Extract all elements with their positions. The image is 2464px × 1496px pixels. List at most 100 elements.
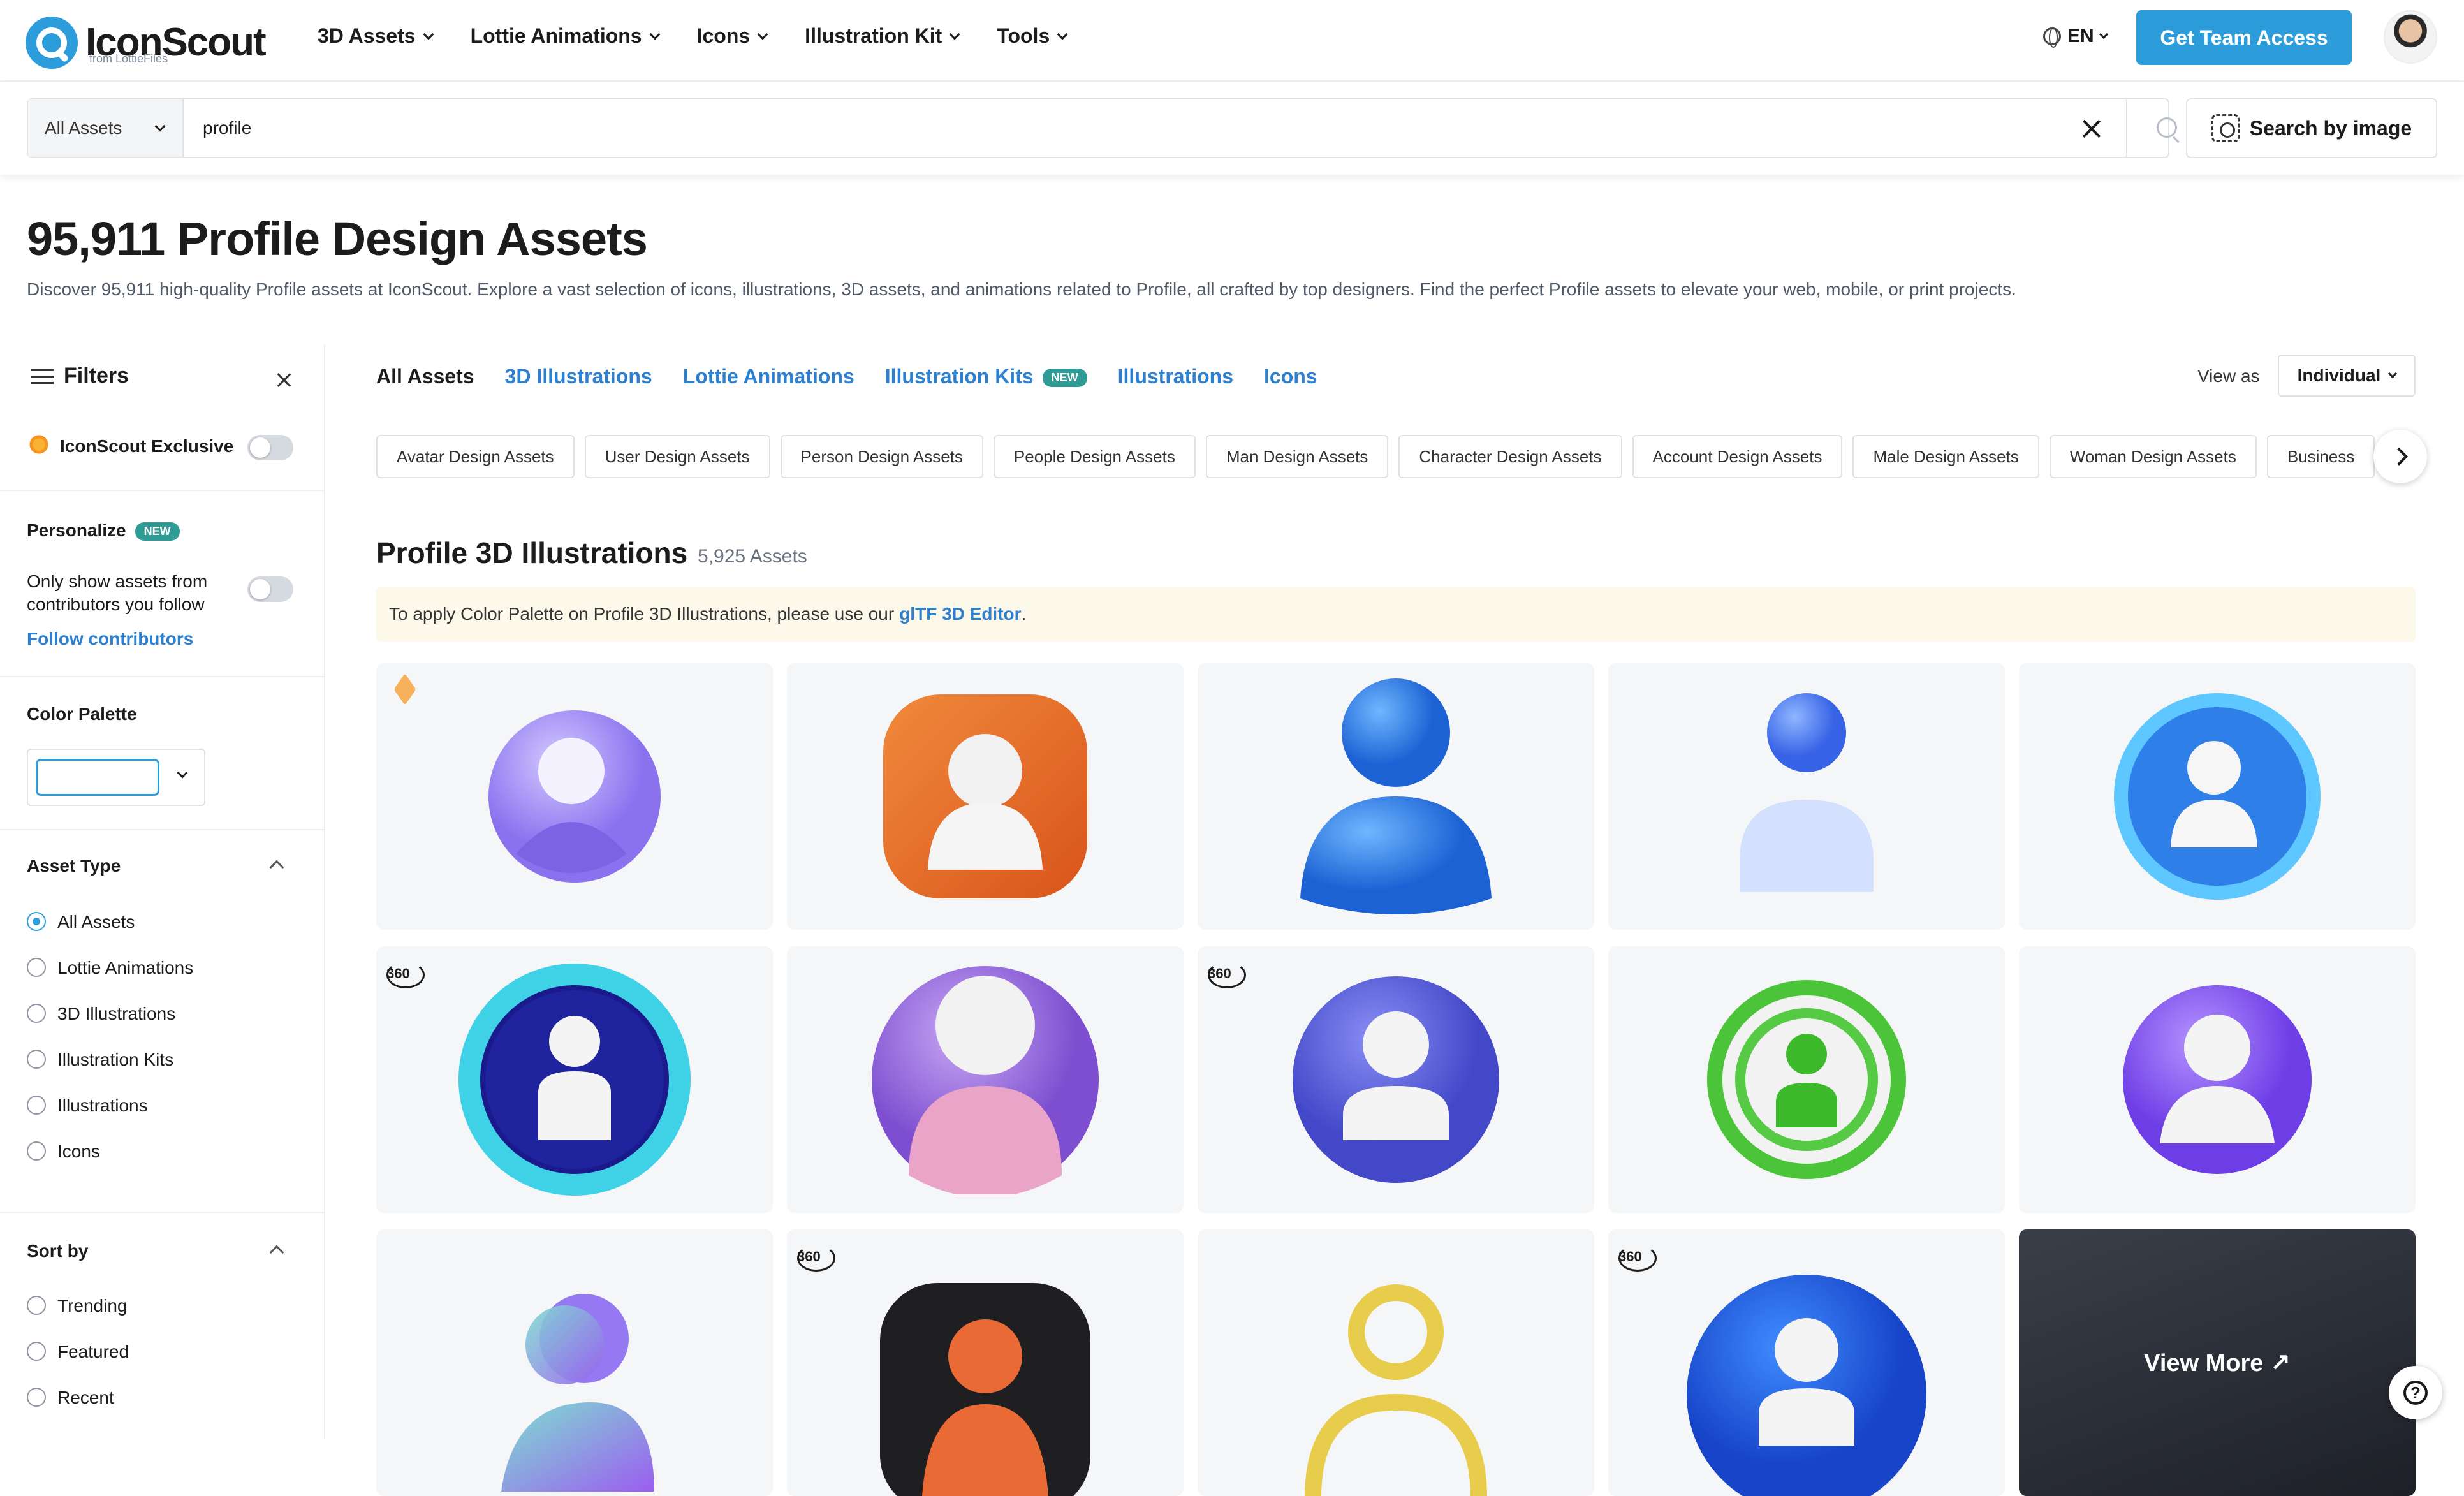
tab-icons[interactable]: Icons: [1264, 365, 1317, 388]
profile-3d-illustration: [2123, 985, 2312, 1174]
section-title: Profile 3D Illustrations: [376, 536, 688, 569]
asset-card[interactable]: [2019, 946, 2416, 1213]
chip[interactable]: Character Design Assets: [1398, 435, 1622, 478]
chip[interactable]: Person Design Assets: [780, 435, 983, 478]
radio-all-assets[interactable]: [27, 912, 46, 931]
get-team-access-button[interactable]: Get Team Access: [2136, 10, 2352, 65]
language-selector[interactable]: EN: [2043, 26, 2108, 48]
radio-featured[interactable]: [27, 1342, 46, 1361]
option-all-assets[interactable]: All Assets: [57, 912, 135, 932]
radio-lottie[interactable]: [27, 958, 46, 977]
tab-all-assets[interactable]: All Assets: [376, 365, 474, 388]
follow-toggle[interactable]: [247, 576, 293, 602]
sort-by-title: Sort by: [27, 1241, 89, 1261]
chevron-up-icon[interactable]: [269, 860, 284, 875]
chevron-down-icon: [2388, 369, 2398, 379]
view-more-button[interactable]: View More ↗: [2019, 1229, 2416, 1496]
chip[interactable]: User Design Assets: [584, 435, 770, 478]
profile-3d-illustration: [872, 966, 1099, 1194]
option-trending[interactable]: Trending: [57, 1296, 127, 1316]
filters-header-section: Filters IconScout Exclusive: [0, 344, 324, 491]
asset-card[interactable]: [787, 663, 1184, 930]
search-input[interactable]: profile: [184, 118, 2168, 138]
radio-illustration-kits[interactable]: [27, 1050, 46, 1069]
option-illustration-kits[interactable]: Illustration Kits: [57, 1050, 173, 1070]
tab-lottie-animations[interactable]: Lottie Animations: [683, 365, 854, 388]
nav-label: Lottie Animations: [470, 24, 642, 47]
asset-card[interactable]: [2019, 663, 2416, 930]
follow-contributors-link[interactable]: Follow contributors: [27, 629, 193, 649]
option-3d[interactable]: 3D Illustrations: [57, 1004, 175, 1024]
radio-icons[interactable]: [27, 1141, 46, 1161]
profile-3d-illustration: [1740, 693, 1874, 892]
option-icons[interactable]: Icons: [57, 1141, 100, 1162]
new-badge: NEW: [1042, 369, 1087, 388]
option-recent[interactable]: Recent: [57, 1388, 114, 1408]
brand-sub: from LottieFiles: [89, 52, 168, 65]
radio-illustrations[interactable]: [27, 1096, 46, 1115]
asset-card[interactable]: 360: [1608, 1229, 2005, 1496]
view-as-select[interactable]: Individual: [2278, 355, 2416, 397]
asset-card[interactable]: [376, 663, 773, 930]
nav-lottie-animations[interactable]: Lottie Animations: [470, 24, 661, 48]
chip[interactable]: Business: [2266, 435, 2375, 478]
chip[interactable]: People Design Assets: [993, 435, 1196, 478]
section-count: 5,925 Assets: [698, 546, 807, 567]
asset-card[interactable]: 360: [376, 946, 773, 1213]
exclusive-toggle[interactable]: [247, 435, 293, 460]
clear-search-icon[interactable]: [2080, 117, 2103, 140]
profile-3d-illustration: [880, 1283, 1090, 1496]
personalize-title: Personalize NEW: [27, 520, 180, 541]
chip[interactable]: Woman Design Assets: [2049, 435, 2257, 478]
close-filters-icon[interactable]: [275, 371, 293, 389]
chip[interactable]: Account Design Assets: [1632, 435, 1843, 478]
help-button[interactable]: ?: [2389, 1366, 2442, 1419]
asset-card[interactable]: [1198, 1229, 1594, 1496]
brand-logo[interactable]: IconScout from LottieFiles: [26, 17, 267, 69]
asset-card[interactable]: 360: [1198, 946, 1594, 1213]
color-palette-title: Color Palette: [27, 704, 137, 724]
chips-next-button[interactable]: [2373, 430, 2427, 483]
profile-3d-illustration: [1300, 678, 1492, 914]
view-more-card[interactable]: View More ↗: [2019, 1229, 2416, 1496]
asset-card[interactable]: [1198, 663, 1594, 930]
asset-card[interactable]: [376, 1229, 773, 1496]
nav-icons[interactable]: Icons: [696, 24, 768, 48]
nav-3d-assets[interactable]: 3D Assets: [318, 24, 434, 48]
option-illustrations[interactable]: Illustrations: [57, 1096, 148, 1116]
user-avatar[interactable]: [2384, 10, 2437, 64]
profile-3d-illustration: [488, 710, 661, 883]
related-chips: Avatar Design Assets User Design Assets …: [376, 435, 2402, 480]
chip[interactable]: Avatar Design Assets: [376, 435, 575, 478]
radio-recent[interactable]: [27, 1388, 46, 1407]
asset-card[interactable]: [1608, 663, 2005, 930]
option-featured[interactable]: Featured: [57, 1342, 129, 1362]
asset-card[interactable]: [1608, 946, 2005, 1213]
tab-3d-illustrations[interactable]: 3D Illustrations: [505, 365, 652, 388]
search-category-select[interactable]: All Assets: [28, 99, 184, 157]
asset-card[interactable]: [787, 946, 1184, 1213]
radio-trending[interactable]: [27, 1296, 46, 1315]
language-label: EN: [2067, 26, 2094, 47]
color-palette-picker[interactable]: [27, 749, 205, 806]
view-more-label: View More ↗: [2144, 1349, 2291, 1377]
radio-3d[interactable]: [27, 1004, 46, 1023]
tab-illustration-kits[interactable]: Illustration Kits NEW: [885, 365, 1087, 388]
tab-illustrations[interactable]: Illustrations: [1118, 365, 1233, 388]
chevron-up-icon[interactable]: [269, 1245, 284, 1260]
chip[interactable]: Male Design Assets: [1852, 435, 2039, 478]
profile-3d-illustration: [1293, 976, 1499, 1183]
nav-tools[interactable]: Tools: [997, 24, 1068, 48]
asset-card[interactable]: 360: [787, 1229, 1184, 1496]
chip[interactable]: Man Design Assets: [1205, 435, 1389, 478]
option-lottie[interactable]: Lottie Animations: [57, 958, 193, 978]
360-view-icon: 360: [797, 1242, 835, 1274]
filters-label: Filters: [64, 363, 129, 388]
nav-illustration-kit[interactable]: Illustration Kit: [805, 24, 960, 48]
category-label: All Assets: [45, 118, 122, 138]
color-swatch-input[interactable]: [36, 759, 159, 796]
gltf-editor-link[interactable]: glTF 3D Editor: [899, 604, 1021, 624]
search-icon[interactable]: [2157, 117, 2177, 138]
search-by-image-button[interactable]: Search by image: [2186, 98, 2437, 158]
nav-label: Icons: [696, 24, 751, 47]
